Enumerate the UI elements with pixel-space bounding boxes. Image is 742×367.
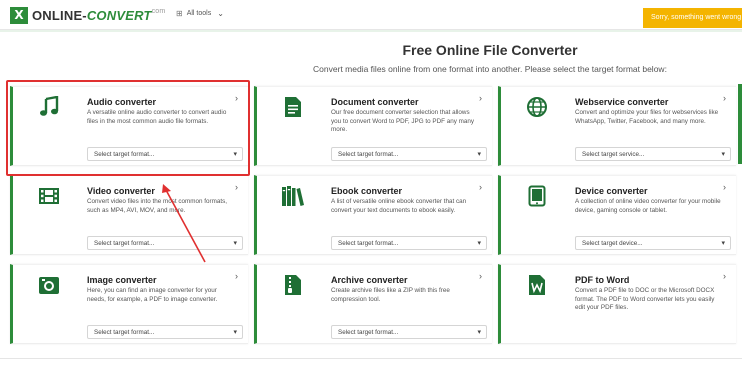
target-format-select[interactable]: Select target format... ▾: [331, 147, 487, 161]
device-converter-card[interactable]: Device converter A collection of online …: [498, 175, 736, 255]
target-service-select[interactable]: Select target service... ▾: [575, 147, 731, 161]
document-icon: [281, 95, 305, 119]
document-converter-card[interactable]: Document converter Our free document con…: [254, 86, 492, 166]
chevron-right-icon[interactable]: ›: [479, 93, 482, 103]
card-description: Our free document converter selection th…: [331, 109, 475, 133]
pdf-to-word-card[interactable]: PDF to Word Convert a PDF file to DOC or…: [498, 264, 736, 344]
dropdown-arrow-icon: ▾: [233, 240, 237, 247]
webservice-converter-card[interactable]: Webservice converter Convert and optimiz…: [498, 86, 736, 166]
card-title[interactable]: Device converter: [575, 186, 648, 196]
card-title[interactable]: Ebook converter: [331, 186, 402, 196]
card-description: A collection of online video converter f…: [575, 198, 721, 214]
chevron-down-icon: ⌄: [217, 9, 224, 18]
tablet-icon: [525, 184, 549, 208]
card-title[interactable]: Webservice converter: [575, 97, 668, 107]
target-format-select[interactable]: Select target format... ▾: [331, 325, 487, 339]
chevron-right-icon[interactable]: ›: [235, 271, 238, 281]
error-alert-banner: Sorry, something went wrong: [643, 8, 742, 28]
image-converter-card[interactable]: Image converter Here, you can find an im…: [10, 264, 248, 344]
ebook-converter-card[interactable]: Ebook converter A list of versatile onli…: [254, 175, 492, 255]
target-format-select[interactable]: Select target format... ▾: [87, 325, 243, 339]
card-description: Convert video files into the most common…: [87, 198, 227, 214]
dropdown-arrow-icon: ▾: [477, 240, 481, 247]
card-description: Create archive files like a ZIP with thi…: [331, 287, 450, 303]
logo-mark-icon: X: [10, 6, 28, 24]
video-converter-card[interactable]: Video converter Convert video files into…: [10, 175, 248, 255]
film-icon: [37, 184, 61, 208]
books-icon: [281, 184, 305, 208]
card-title[interactable]: Document converter: [331, 97, 419, 107]
archive-converter-card[interactable]: Archive converter Create archive files l…: [254, 264, 492, 344]
chevron-right-icon[interactable]: ›: [723, 271, 726, 281]
card-description: Convert and optimize your files for webs…: [575, 109, 719, 125]
globe-icon: [525, 95, 549, 119]
site-logo[interactable]: X ONLINE-CONVERTcom: [10, 6, 165, 24]
dropdown-arrow-icon: ▾: [477, 151, 481, 158]
card-title[interactable]: Archive converter: [331, 275, 408, 285]
image-icon: [37, 273, 61, 297]
chevron-right-icon[interactable]: ›: [479, 271, 482, 281]
card-title[interactable]: Video converter: [87, 186, 155, 196]
dropdown-arrow-icon: ▾: [477, 329, 481, 336]
chevron-right-icon[interactable]: ›: [723, 182, 726, 192]
card-title[interactable]: PDF to Word: [575, 275, 629, 285]
card-description: Here, you can find an image converter fo…: [87, 287, 218, 303]
page-subtitle: Convert media files online from one form…: [313, 64, 667, 74]
card-title[interactable]: Image converter: [87, 275, 157, 285]
card-description: Convert a PDF file to DOC or the Microso…: [575, 287, 715, 311]
page-title: Free Online File Converter: [402, 42, 578, 58]
all-tools-label: All tools: [186, 10, 212, 17]
top-navigation-bar: X ONLINE-CONVERTcom ⊞ All tools ⌄ Sorry,…: [0, 0, 742, 30]
dropdown-arrow-icon: ▾: [721, 240, 725, 247]
chevron-right-icon[interactable]: ›: [723, 93, 726, 103]
archive-icon: [281, 273, 305, 297]
chevron-right-icon[interactable]: ›: [235, 182, 238, 192]
target-device-select[interactable]: Select target device... ▾: [575, 236, 731, 250]
grid-icon: ⊞: [176, 9, 183, 18]
all-tools-menu[interactable]: ⊞ All tools ⌄: [176, 9, 224, 18]
target-format-select[interactable]: Select target format... ▾: [331, 236, 487, 250]
chevron-right-icon[interactable]: ›: [479, 182, 482, 192]
dropdown-arrow-icon: ▾: [721, 151, 725, 158]
next-card-edge: [738, 84, 742, 164]
audio-converter-highlight-box: [6, 80, 250, 176]
header-divider: [0, 30, 742, 32]
card-description: A list of versatile online ebook convert…: [331, 198, 467, 214]
word-icon: [525, 273, 549, 297]
footer-divider: [0, 358, 742, 359]
dropdown-arrow-icon: ▾: [233, 329, 237, 336]
logo-text: ONLINE-CONVERTcom: [32, 7, 166, 23]
target-format-select[interactable]: Select target format... ▾: [87, 236, 243, 250]
